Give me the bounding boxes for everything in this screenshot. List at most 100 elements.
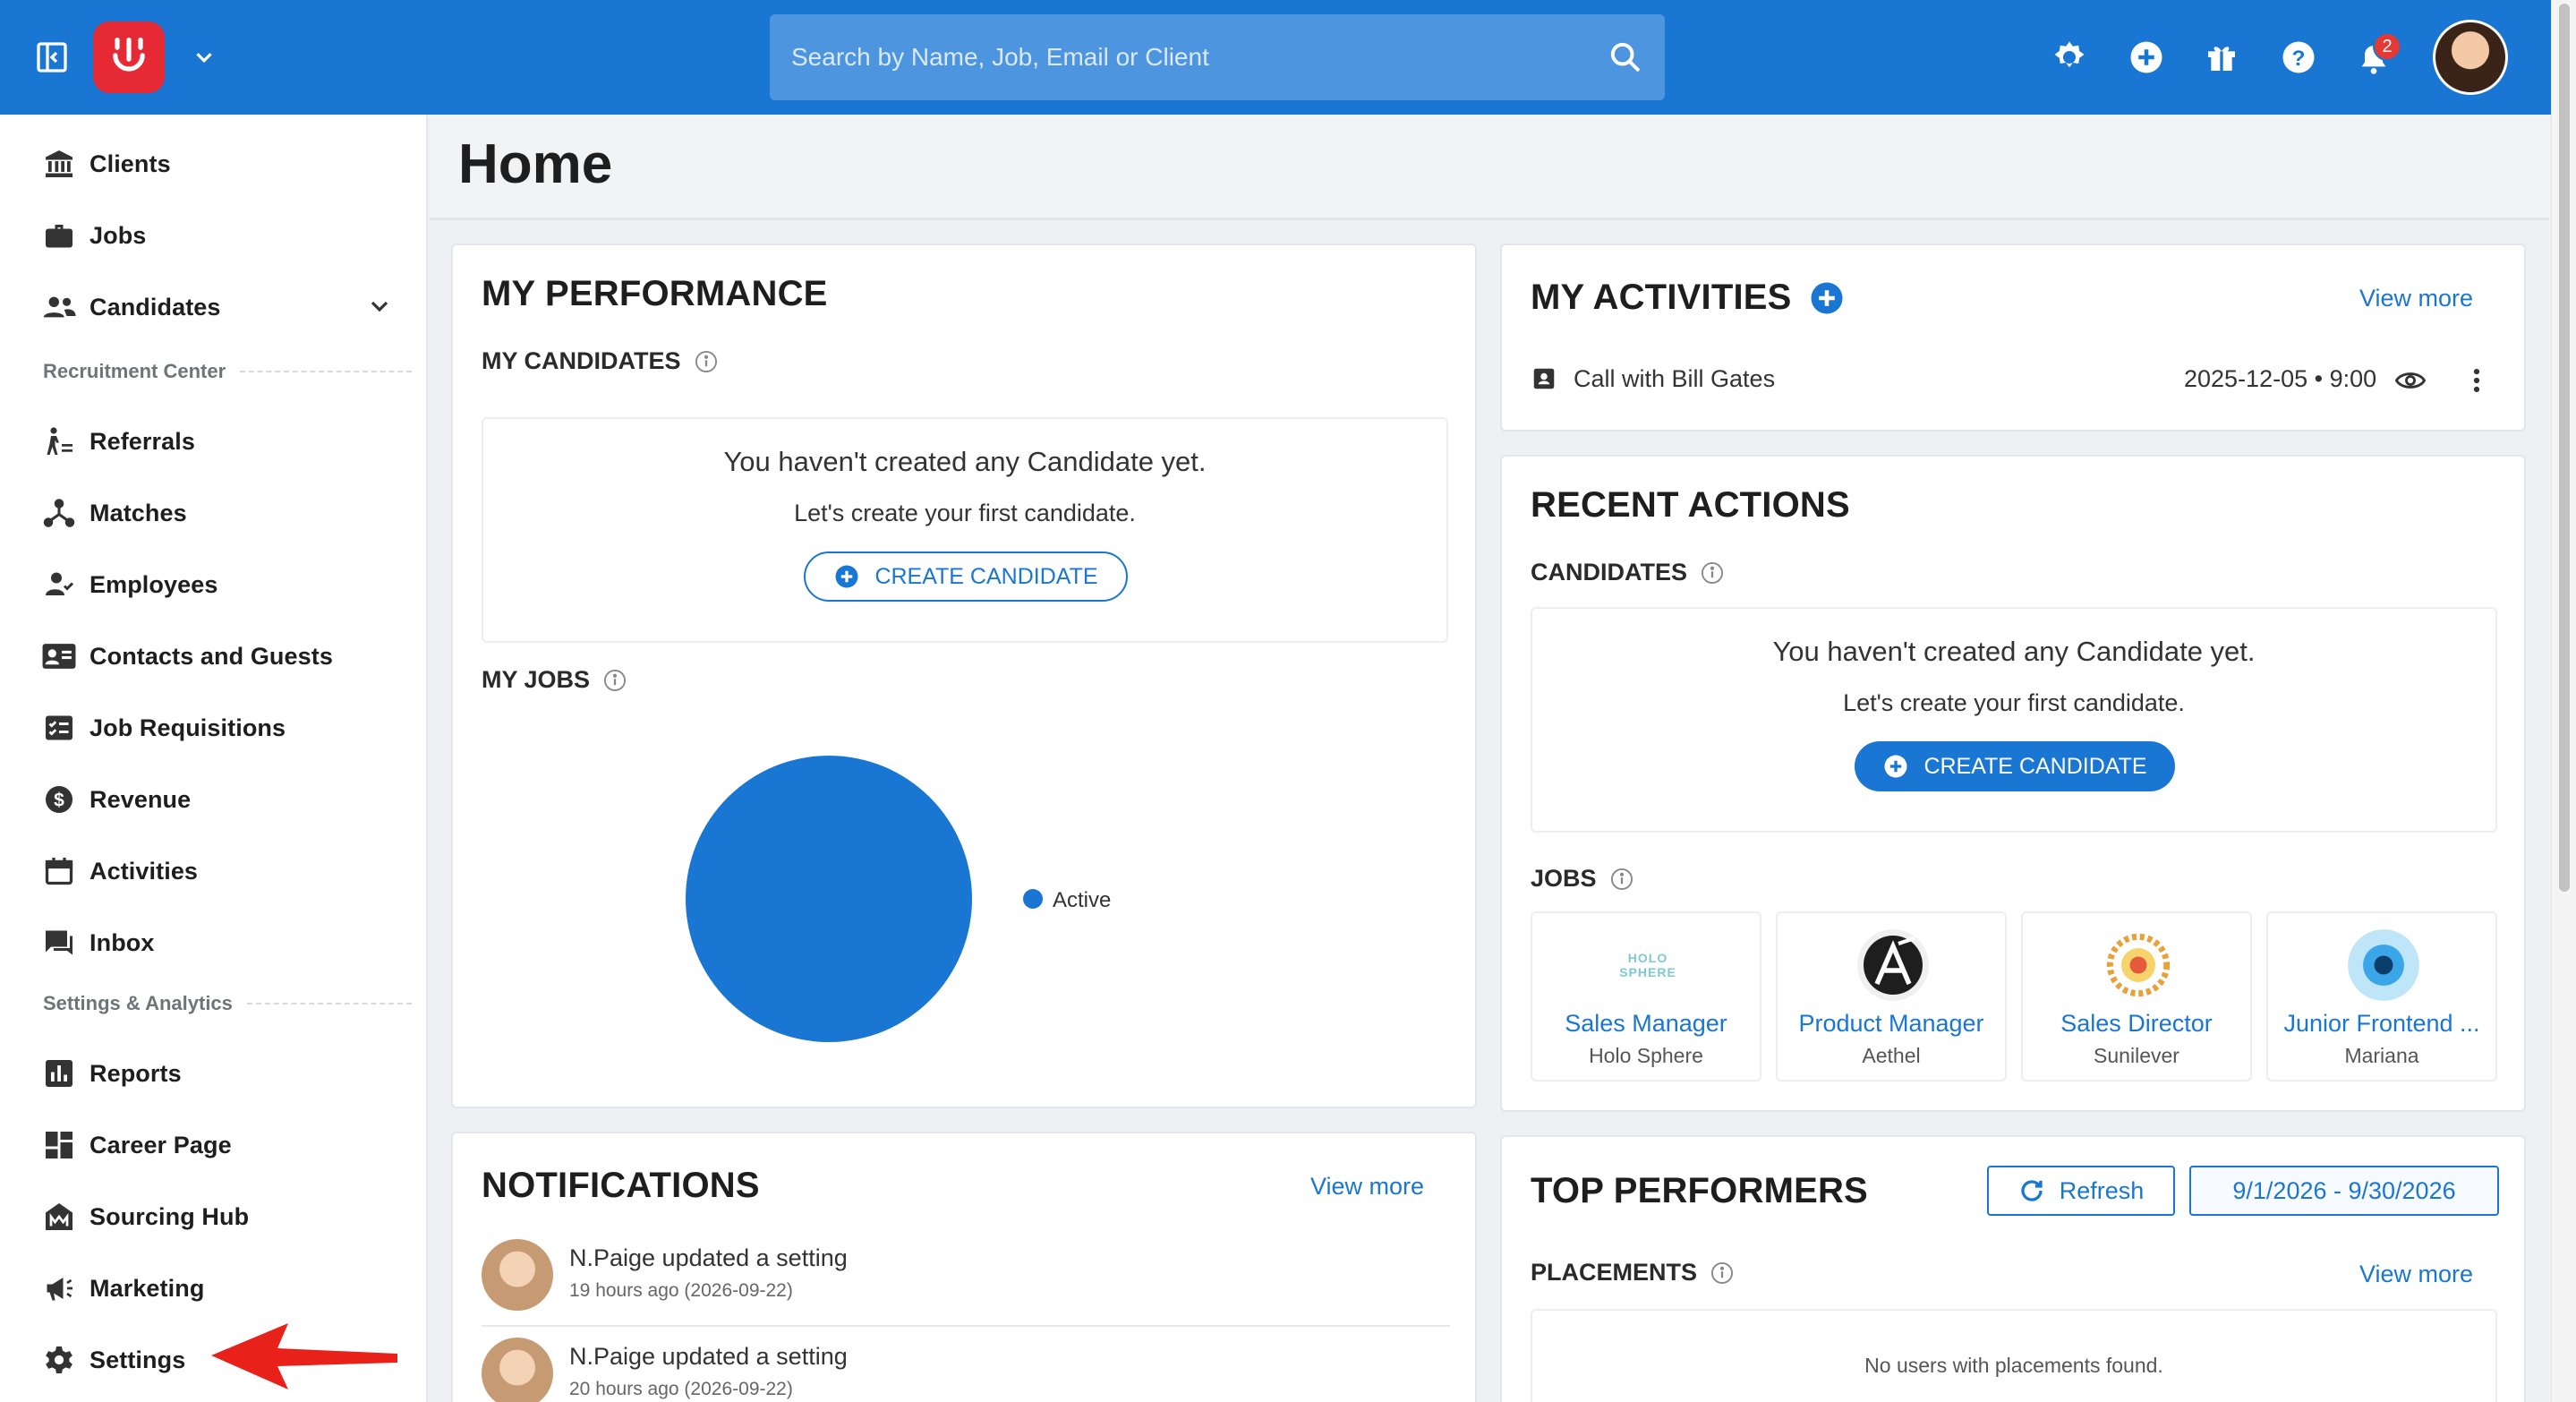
page-scrollbar[interactable]: [2551, 0, 2576, 1402]
sidebar-item-matches[interactable]: Matches: [0, 482, 428, 544]
job-tile[interactable]: Junior Frontend ... Mariana: [2266, 911, 2497, 1081]
section-header-recruitment: Recruitment Center: [43, 360, 412, 383]
sidebar-item-label: Settings: [90, 1346, 186, 1373]
global-search[interactable]: [770, 14, 1665, 100]
add-icon[interactable]: [2127, 38, 2166, 77]
my-candidates-title: MY CANDIDATES: [482, 347, 719, 375]
chevron-down-icon[interactable]: [186, 39, 222, 75]
create-candidate-button[interactable]: CREATE CANDIDATE: [1855, 741, 2175, 791]
job-tile[interactable]: HOLO SPHERE Sales Manager Holo Sphere: [1531, 911, 1761, 1081]
search-icon[interactable]: [1608, 39, 1643, 75]
sidebar-item-clients[interactable]: Clients: [0, 133, 428, 195]
sidebar-item-referrals[interactable]: Referrals: [0, 410, 428, 473]
job-tile[interactable]: Product Manager Aethel: [1776, 911, 2007, 1081]
notification-text: N.Paige updated a setting: [569, 1343, 848, 1370]
sidebar-item-label: Referrals: [90, 427, 195, 455]
briefcase-icon: [41, 218, 77, 253]
app-logo[interactable]: [93, 21, 165, 93]
info-icon[interactable]: [1710, 1261, 1735, 1286]
info-icon[interactable]: [1609, 867, 1634, 892]
sidebar-item-contacts[interactable]: Contacts and Guests: [0, 625, 428, 688]
search-input[interactable]: [791, 43, 1608, 72]
section-header-settings: Settings & Analytics: [43, 992, 412, 1015]
sidebar-item-label: Inbox: [90, 928, 155, 956]
my-performance-card: MY PERFORMANCE MY CANDIDATES You haven't…: [451, 244, 1477, 1108]
notification-item[interactable]: N.Paige updated a setting 19 hours ago (…: [453, 1239, 1475, 1336]
sidebar-item-revenue[interactable]: $ Revenue: [0, 768, 428, 831]
svg-text:$: $: [54, 791, 64, 811]
svg-text:?: ?: [2292, 47, 2306, 71]
create-candidate-button[interactable]: CREATE CANDIDATE: [804, 551, 1128, 602]
card-title: MY PERFORMANCE: [482, 274, 828, 313]
top-performers-card: TOP PERFORMERS Refresh 9/1/2026 - 9/30/2…: [1500, 1135, 2526, 1402]
info-icon[interactable]: [602, 668, 627, 693]
add-circle-icon: [1882, 753, 1909, 780]
notification-count-badge: 2: [2373, 32, 2401, 61]
contact-card-icon: [41, 638, 77, 674]
mariana-logo: [2348, 929, 2419, 1001]
people-icon: [41, 289, 77, 325]
sidebar-item-employees[interactable]: Employees: [0, 553, 428, 616]
add-activity-icon[interactable]: [1808, 279, 1846, 317]
placements-empty-state: No users with placements found.: [1531, 1309, 2497, 1402]
job-client: Mariana: [2344, 1044, 2419, 1067]
empty-state-subtitle: Let's create your first candidate.: [794, 500, 1136, 526]
activities-view-more-link[interactable]: View more: [2359, 285, 2473, 312]
sidebar-item-inbox[interactable]: Inbox: [0, 911, 428, 974]
sidebar-toggle-icon[interactable]: [32, 38, 72, 77]
placements-view-more-link[interactable]: View more: [2359, 1261, 2473, 1288]
sidebar-item-label: Activities: [90, 857, 199, 885]
job-client: Holo Sphere: [1589, 1044, 1703, 1067]
sidebar-item-label: Marketing: [90, 1274, 205, 1302]
page-header: Home: [430, 115, 2549, 220]
sunilever-logo: [2103, 929, 2174, 1001]
legend-label[interactable]: Active: [1053, 888, 1111, 912]
checklist-icon: [41, 710, 77, 746]
sidebar: Clients Jobs Candidates Recruitment Cent…: [0, 115, 428, 1402]
sidebar-item-jobs[interactable]: Jobs: [0, 204, 428, 267]
sidebar-item-candidates[interactable]: Candidates: [0, 276, 428, 338]
sidebar-item-sourcing-hub[interactable]: Sourcing Hub: [0, 1185, 428, 1248]
sidebar-item-marketing[interactable]: Marketing: [0, 1257, 428, 1320]
sidebar-item-job-requisitions[interactable]: Job Requisitions: [0, 697, 428, 759]
sidebar-item-label: Matches: [90, 499, 187, 526]
empty-state-title: You haven't created any Candidate yet.: [723, 446, 1207, 477]
pie-slice[interactable]: [686, 756, 972, 1042]
page-title: Home: [458, 133, 613, 195]
holo-sphere-logo: HOLO SPHERE: [1612, 929, 1684, 1001]
more-vertical-icon[interactable]: [2470, 365, 2483, 396]
gift-icon[interactable]: [2202, 38, 2241, 77]
help-icon[interactable]: ?: [2279, 38, 2318, 77]
sidebar-item-label: Reports: [90, 1059, 182, 1087]
dashboard-icon: [41, 1127, 77, 1163]
aethel-logo: [1857, 929, 1929, 1001]
info-icon[interactable]: [1700, 560, 1725, 586]
sidebar-item-reports[interactable]: Reports: [0, 1042, 428, 1105]
referral-icon: [41, 423, 77, 459]
notifications-view-more-link[interactable]: View more: [1310, 1173, 1424, 1201]
user-avatar[interactable]: [2433, 20, 2508, 95]
scrollbar-thumb[interactable]: [2559, 4, 2570, 892]
refresh-button[interactable]: Refresh: [1987, 1166, 2175, 1216]
dollar-icon: $: [41, 782, 77, 817]
notification-item[interactable]: N.Paige updated a setting 20 hours ago (…: [453, 1338, 1475, 1402]
top-bar: ? 2: [0, 0, 2576, 115]
eye-icon[interactable]: [2395, 365, 2426, 396]
sidebar-item-label: Employees: [90, 570, 218, 598]
activity-item[interactable]: Call with Bill Gates 2025-12-05 • 9:00: [1531, 362, 2497, 401]
sidebar-item-label: Sourcing Hub: [90, 1202, 250, 1230]
placements-empty-text: No users with placements found.: [1864, 1354, 2163, 1377]
calendar-icon: [41, 853, 77, 889]
refresh-icon: [2018, 1177, 2045, 1204]
ai-assistant-icon[interactable]: [2050, 38, 2089, 77]
sidebar-item-activities[interactable]: Activities: [0, 840, 428, 902]
notification-time: 20 hours ago (2026-09-22): [569, 1379, 793, 1399]
recent-actions-title: RECENT ACTIONS: [1531, 485, 1850, 525]
date-range-picker[interactable]: 9/1/2026 - 9/30/2026: [2189, 1166, 2499, 1216]
gear-icon: [41, 1342, 77, 1378]
info-icon[interactable]: [694, 349, 719, 374]
sidebar-item-career-page[interactable]: Career Page: [0, 1114, 428, 1176]
chevron-down-icon[interactable]: [365, 292, 394, 321]
hub-icon: [41, 495, 77, 531]
job-tile[interactable]: Sales Director Sunilever: [2021, 911, 2252, 1081]
